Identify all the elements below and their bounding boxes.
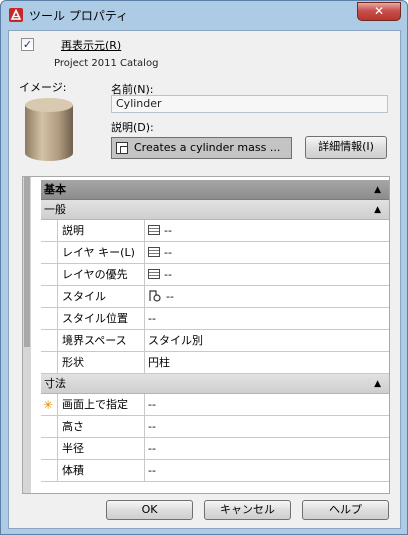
title-bar[interactable]: ツール プロパティ ✕ (1, 1, 407, 29)
property-name: レイヤの優先 (57, 264, 145, 285)
property-name: 画面上で指定 (57, 394, 145, 415)
cancel-button[interactable]: キャンセル (204, 500, 291, 520)
description-field[interactable]: Creates a cylinder mass ... (111, 137, 292, 159)
section-general[interactable]: 一般 ▲ (41, 200, 389, 220)
property-value[interactable]: スタイル別 (145, 330, 389, 351)
list-icon (148, 225, 160, 235)
details-button[interactable]: 詳細情報(I) (305, 136, 387, 159)
description-edit-icon (116, 142, 128, 154)
property-value-text: -- (164, 224, 172, 237)
close-icon: ✕ (373, 4, 385, 18)
property-name: スタイル位置 (57, 308, 145, 329)
category-basic[interactable]: 基本 ▲ (41, 180, 389, 200)
property-value[interactable]: 円柱 (145, 352, 389, 373)
property-value[interactable]: -- (145, 286, 389, 307)
property-name: 半径 (57, 438, 145, 459)
catalog-name: Project 2011 Catalog (54, 58, 159, 69)
list-icon (148, 269, 160, 279)
property-value[interactable]: -- (145, 220, 389, 241)
ok-button[interactable]: OK (106, 500, 193, 520)
property-name: 説明 (57, 220, 145, 241)
property-value-text: -- (166, 290, 174, 303)
property-row-height[interactable]: 高さ -- (41, 416, 389, 438)
property-row-style[interactable]: スタイル -- (41, 286, 389, 308)
property-rows: 基本 ▲ 一般 ▲ 説明 -- レイヤ キー(L) -- レイヤの優先 -- ス… (41, 180, 389, 482)
list-icon (148, 247, 160, 257)
property-row-style-location[interactable]: スタイル位置 -- (41, 308, 389, 330)
property-row-bounding-space[interactable]: 境界スペース スタイル別 (41, 330, 389, 352)
collapse-arrow-icon[interactable]: ▲ (374, 200, 381, 220)
property-grid: 基本 ▲ 一般 ▲ 説明 -- レイヤ キー(L) -- レイヤの優先 -- ス… (22, 176, 390, 494)
category-basic-label: 基本 (44, 183, 66, 196)
property-row-description[interactable]: 説明 -- (41, 220, 389, 242)
refresh-source-checkbox[interactable]: ✓ (21, 38, 34, 51)
property-value-text: -- (164, 268, 172, 281)
style-icon (149, 290, 161, 302)
description-label: 説明(D): (111, 121, 154, 134)
refresh-source-label[interactable]: 再表示元(R) (61, 37, 121, 53)
section-dimensions[interactable]: 寸法 ▲ (41, 374, 389, 394)
property-name: 体積 (57, 460, 145, 481)
cylinder-preview-image (25, 98, 73, 161)
property-scrollbar[interactable] (23, 177, 31, 493)
required-marker-icon: ✳ (43, 398, 54, 412)
collapse-arrow-icon[interactable]: ▲ (374, 180, 381, 200)
property-value[interactable]: -- (145, 394, 389, 415)
property-value[interactable]: -- (145, 416, 389, 437)
name-field[interactable]: Cylinder (111, 95, 388, 113)
window-title: ツール プロパティ (29, 9, 129, 23)
property-row-shape[interactable]: 形状 円柱 (41, 352, 389, 374)
scrollbar-thumb[interactable] (24, 177, 30, 347)
property-row-specify-on-screen[interactable]: ✳ 画面上で指定 -- (41, 394, 389, 416)
property-value-text: -- (164, 246, 172, 259)
section-dimensions-label: 寸法 (44, 377, 66, 390)
help-button[interactable]: ヘルプ (302, 500, 389, 520)
property-value[interactable]: -- (145, 460, 389, 481)
property-row-layer-override[interactable]: レイヤの優先 -- (41, 264, 389, 286)
property-name: レイヤ キー(L) (57, 242, 145, 263)
property-value[interactable]: -- (145, 438, 389, 459)
tool-properties-window: ツール プロパティ ✕ ✓ 再表示元(R) Project 2011 Catal… (0, 0, 408, 535)
section-general-label: 一般 (44, 203, 66, 216)
property-row-radius[interactable]: 半径 -- (41, 438, 389, 460)
property-row-volume[interactable]: 体積 -- (41, 460, 389, 482)
property-row-layer-key[interactable]: レイヤ キー(L) -- (41, 242, 389, 264)
close-button[interactable]: ✕ (357, 2, 401, 21)
property-name: 高さ (57, 416, 145, 437)
property-value[interactable]: -- (145, 264, 389, 285)
autocad-app-icon (9, 8, 23, 22)
property-name: 形状 (57, 352, 145, 373)
collapse-arrow-icon[interactable]: ▲ (374, 374, 381, 394)
dialog-body: ✓ 再表示元(R) Project 2011 Catalog イメージ: 名前(… (8, 30, 401, 529)
property-name: 境界スペース (57, 330, 145, 351)
checkmark-icon: ✓ (22, 38, 33, 51)
property-name: スタイル (57, 286, 145, 307)
property-value[interactable]: -- (145, 242, 389, 263)
description-value: Creates a cylinder mass ... (134, 141, 281, 154)
property-value[interactable]: -- (145, 308, 389, 329)
image-label: イメージ: (19, 81, 67, 94)
